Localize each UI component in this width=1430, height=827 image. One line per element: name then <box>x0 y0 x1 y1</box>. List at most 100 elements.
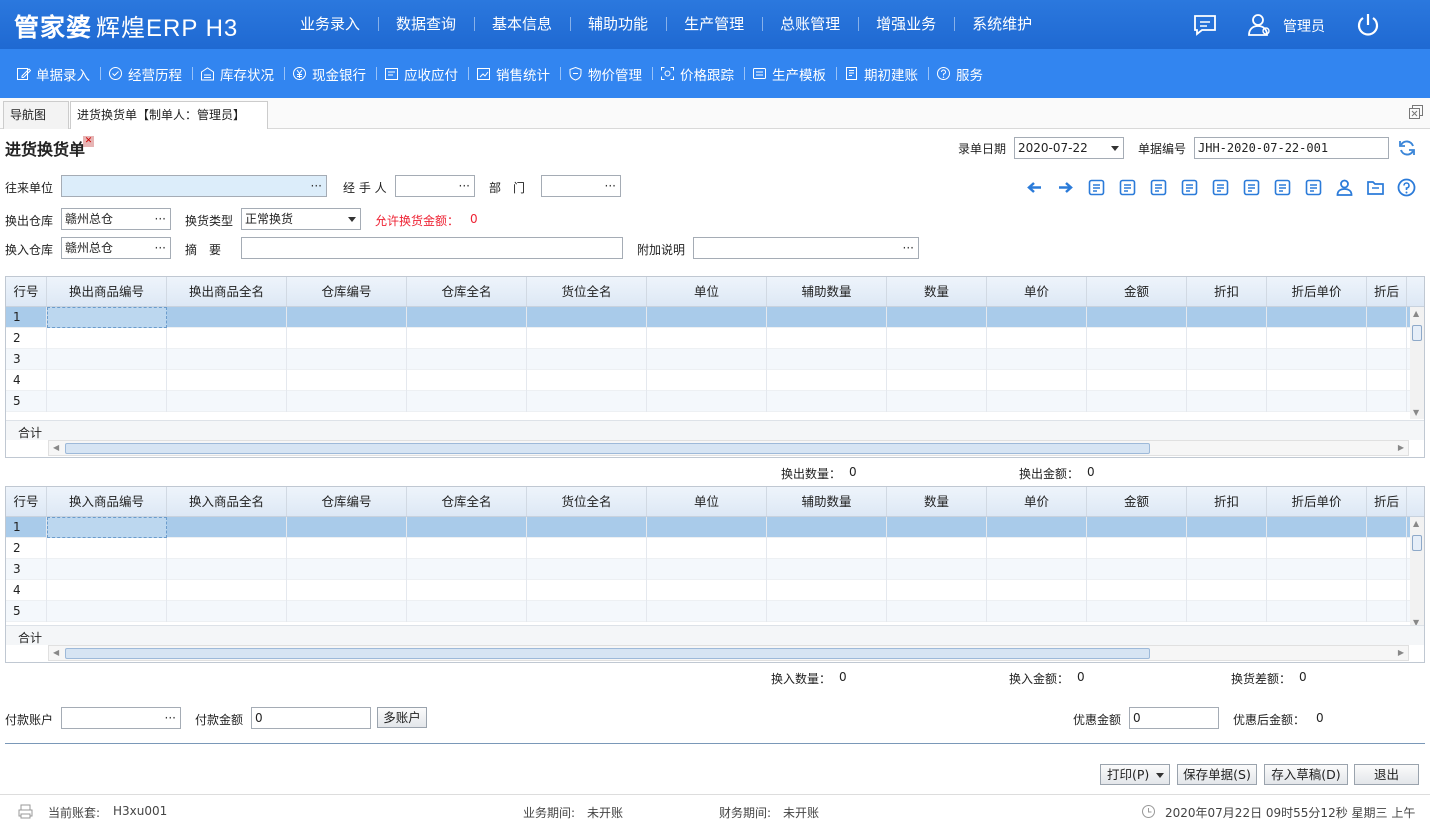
table-row[interactable]: 5 <box>6 391 1424 412</box>
table-cell[interactable] <box>527 559 647 580</box>
discount-field[interactable]: 0 <box>1129 707 1219 729</box>
table-cell[interactable] <box>167 307 287 328</box>
table-cell[interactable] <box>287 349 407 370</box>
table-cell[interactable] <box>47 559 167 580</box>
table-cell[interactable] <box>1267 559 1367 580</box>
nav-item-6[interactable]: 增强业务 <box>858 0 954 49</box>
table-cell[interactable] <box>407 307 527 328</box>
table-cell[interactable] <box>647 517 767 538</box>
barcode-icon[interactable] <box>1086 177 1107 198</box>
table-cell[interactable] <box>647 307 767 328</box>
table-cell[interactable] <box>1087 370 1187 391</box>
in-warehouse-field[interactable]: 赣州总仓 ··· <box>61 237 171 259</box>
folder-icon[interactable] <box>1365 177 1386 198</box>
table-cell[interactable] <box>287 307 407 328</box>
current-user[interactable]: 管理员 <box>1283 16 1325 36</box>
table-cell[interactable] <box>47 307 167 328</box>
table-cell[interactable] <box>887 517 987 538</box>
table-cell[interactable] <box>1367 559 1407 580</box>
table-cell[interactable] <box>407 391 527 412</box>
table-cell[interactable] <box>1087 559 1187 580</box>
table-cell[interactable] <box>987 307 1087 328</box>
next-arrow-icon[interactable] <box>1055 177 1076 198</box>
table-cell[interactable] <box>287 391 407 412</box>
table-row[interactable]: 4 <box>6 580 1424 601</box>
table-cell[interactable] <box>1267 517 1367 538</box>
table-cell[interactable] <box>887 601 987 622</box>
table-cell[interactable] <box>767 349 887 370</box>
help-icon[interactable] <box>1396 177 1417 198</box>
vertical-scrollbar[interactable]: ▲ ▼ <box>1410 307 1424 419</box>
settings-icon[interactable] <box>1148 177 1169 198</box>
table-cell[interactable] <box>1187 580 1267 601</box>
table-cell[interactable] <box>887 559 987 580</box>
table-cell[interactable] <box>1187 517 1267 538</box>
vertical-scrollbar[interactable]: ▲ ▼ <box>1410 517 1424 629</box>
table-cell[interactable] <box>1267 538 1367 559</box>
table-cell[interactable] <box>647 370 767 391</box>
table-cell[interactable] <box>527 538 647 559</box>
export-icon[interactable] <box>1303 177 1324 198</box>
table-cell[interactable] <box>167 580 287 601</box>
subnav-item-8[interactable]: 生产模板 <box>744 49 836 98</box>
table-cell[interactable] <box>1367 580 1407 601</box>
partner-field[interactable]: ··· <box>61 175 327 197</box>
column-header[interactable]: 辅助数量 <box>767 487 887 516</box>
column-header[interactable]: 货位全名 <box>527 487 647 516</box>
extra-note-field[interactable]: ··· <box>693 237 919 259</box>
table-cell[interactable] <box>1187 538 1267 559</box>
table-cell[interactable] <box>47 601 167 622</box>
import-icon[interactable] <box>1210 177 1231 198</box>
column-header[interactable]: 折后 <box>1367 487 1407 516</box>
more-icon[interactable]: ··· <box>165 708 176 728</box>
table-cell[interactable] <box>1267 370 1367 391</box>
exit-button[interactable]: 退出 <box>1354 764 1419 785</box>
exchange-type-select[interactable]: 正常换货 <box>241 208 361 230</box>
column-header[interactable]: 仓库编号 <box>287 277 407 306</box>
table-cell[interactable] <box>287 559 407 580</box>
table-cell[interactable] <box>47 580 167 601</box>
table-cell[interactable] <box>1267 328 1367 349</box>
column-header[interactable]: 数量 <box>887 487 987 516</box>
print-setup-icon[interactable] <box>1117 177 1138 198</box>
table-cell[interactable] <box>167 559 287 580</box>
table-cell[interactable] <box>1367 391 1407 412</box>
column-header[interactable]: 折扣 <box>1187 277 1267 306</box>
column-header[interactable]: 行号 <box>6 487 47 516</box>
column-header[interactable]: 折后单价 <box>1267 487 1367 516</box>
table-cell[interactable] <box>887 328 987 349</box>
more-icon[interactable]: ··· <box>605 176 616 196</box>
nav-item-4[interactable]: 生产管理 <box>666 0 762 49</box>
table-cell[interactable] <box>407 559 527 580</box>
table-cell[interactable] <box>527 517 647 538</box>
handler-field[interactable]: ··· <box>395 175 475 197</box>
table-row[interactable]: 1 <box>6 517 1424 538</box>
table-cell[interactable] <box>987 517 1087 538</box>
table-cell[interactable] <box>1267 601 1367 622</box>
table-cell[interactable] <box>767 328 887 349</box>
column-header[interactable]: 行号 <box>6 277 47 306</box>
column-header[interactable]: 单价 <box>987 487 1087 516</box>
table-cell[interactable] <box>1087 391 1187 412</box>
nav-item-2[interactable]: 基本信息 <box>474 0 570 49</box>
dept-field[interactable]: ··· <box>541 175 621 197</box>
tab-exchange-order[interactable]: 进货换货单【制单人：管理员】✕ <box>70 101 268 147</box>
table-cell[interactable] <box>647 559 767 580</box>
table-row[interactable]: 4 <box>6 370 1424 391</box>
table-cell[interactable] <box>527 580 647 601</box>
person-icon[interactable] <box>1334 177 1355 198</box>
table-cell[interactable] <box>767 559 887 580</box>
table-row[interactable]: 3 <box>6 559 1424 580</box>
table-row[interactable]: 2 <box>6 538 1424 559</box>
table-cell[interactable] <box>47 328 167 349</box>
column-header[interactable]: 单价 <box>987 277 1087 306</box>
table-cell[interactable] <box>1367 538 1407 559</box>
nav-item-3[interactable]: 辅助功能 <box>570 0 666 49</box>
table-cell[interactable] <box>407 601 527 622</box>
table-cell[interactable] <box>527 391 647 412</box>
column-header[interactable]: 折扣 <box>1187 487 1267 516</box>
table-cell[interactable] <box>527 307 647 328</box>
save-button[interactable]: 保存单据(S) <box>1177 764 1257 785</box>
table-cell[interactable] <box>1267 580 1367 601</box>
column-header[interactable]: 换入商品全名 <box>167 487 287 516</box>
